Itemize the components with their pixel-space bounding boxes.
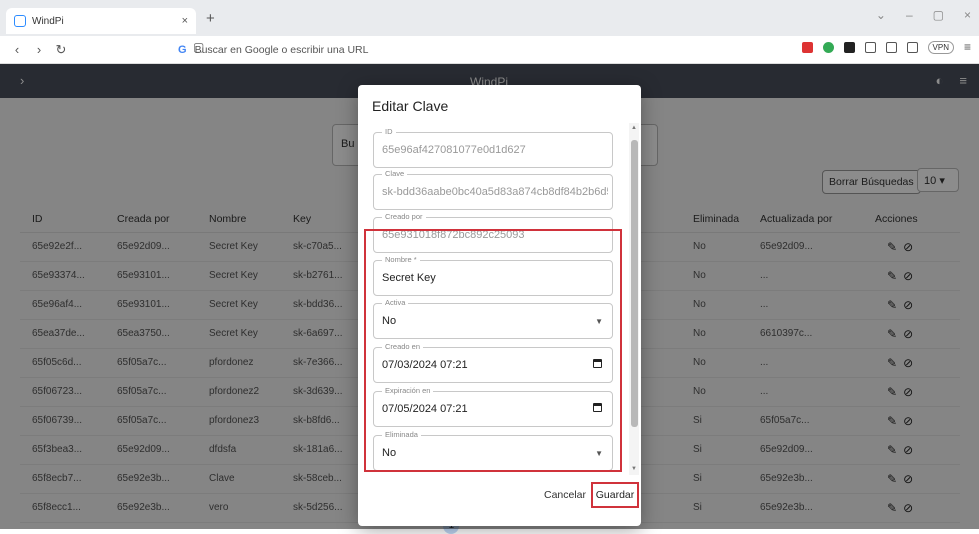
- windpi-favicon-icon: [14, 15, 26, 27]
- tab-title: WindPi: [32, 15, 64, 27]
- browser-tabbar: WindPi × + ⌄ – ▢ ×: [0, 0, 979, 36]
- highlight-box: [364, 229, 622, 472]
- forward-icon[interactable]: ›: [28, 42, 50, 57]
- browser-menu-icon[interactable]: ≡: [964, 40, 971, 54]
- window-controls: ⌄ – ▢ ×: [876, 8, 971, 22]
- wallet-icon[interactable]: [906, 41, 918, 53]
- url-input[interactable]: G Buscar en Google o escribir una URL: [178, 40, 748, 60]
- edit-key-dialog: Editar Clave ID 65e96af427081077e0d1d627…: [358, 85, 641, 526]
- id-value: 65e96af427081077e0d1d627: [382, 144, 526, 156]
- maximize-icon[interactable]: ▢: [933, 8, 944, 22]
- extension-icon[interactable]: [864, 41, 876, 53]
- scrollbar-thumb[interactable]: [631, 140, 638, 427]
- dialog-title: Editar Clave: [372, 98, 449, 114]
- tab-close-icon[interactable]: ×: [182, 15, 188, 27]
- minimize-icon[interactable]: –: [906, 8, 913, 22]
- clave-field: Clave sk-bdd36aabe0bc40a5d83a874cb8df84b…: [373, 169, 613, 210]
- clave-value: sk-bdd36aabe0bc40a5d83a874cb8df84b2b6d5e…: [382, 186, 608, 198]
- extension-icon[interactable]: [801, 41, 813, 53]
- google-icon: G: [178, 44, 187, 56]
- close-window-icon[interactable]: ×: [964, 8, 971, 22]
- save-button[interactable]: Guardar: [591, 482, 639, 508]
- id-field: ID 65e96af427081077e0d1d627: [373, 127, 613, 168]
- id-label: ID: [382, 127, 396, 136]
- scroll-down-icon[interactable]: ▼: [631, 466, 637, 472]
- tab-search-icon[interactable]: ⌄: [876, 8, 886, 22]
- back-icon[interactable]: ‹: [6, 42, 28, 57]
- clave-label: Clave: [382, 169, 408, 178]
- browser-tab[interactable]: WindPi ×: [6, 8, 196, 34]
- cancel-button[interactable]: Cancelar: [544, 489, 586, 501]
- reload-icon[interactable]: ↻: [50, 42, 72, 58]
- extension-icon[interactable]: [822, 41, 834, 53]
- extensions-bar: VPN ≡: [801, 40, 971, 54]
- sidebar-icon[interactable]: [885, 41, 897, 53]
- extension-icon[interactable]: [843, 41, 855, 53]
- url-placeholder: Buscar en Google o escribir una URL: [194, 44, 369, 56]
- creado-por-label: Creado por: [382, 212, 426, 221]
- bookmark-icon[interactable]: ▢: [193, 40, 204, 54]
- scroll-up-icon[interactable]: ▲: [631, 125, 637, 131]
- app-area: › WindPi ◐ ≡ Bu Borrar Búsquedas 10 ▾ ID…: [0, 64, 979, 534]
- vpn-badge[interactable]: VPN: [927, 40, 954, 54]
- new-tab-icon[interactable]: +: [206, 10, 215, 27]
